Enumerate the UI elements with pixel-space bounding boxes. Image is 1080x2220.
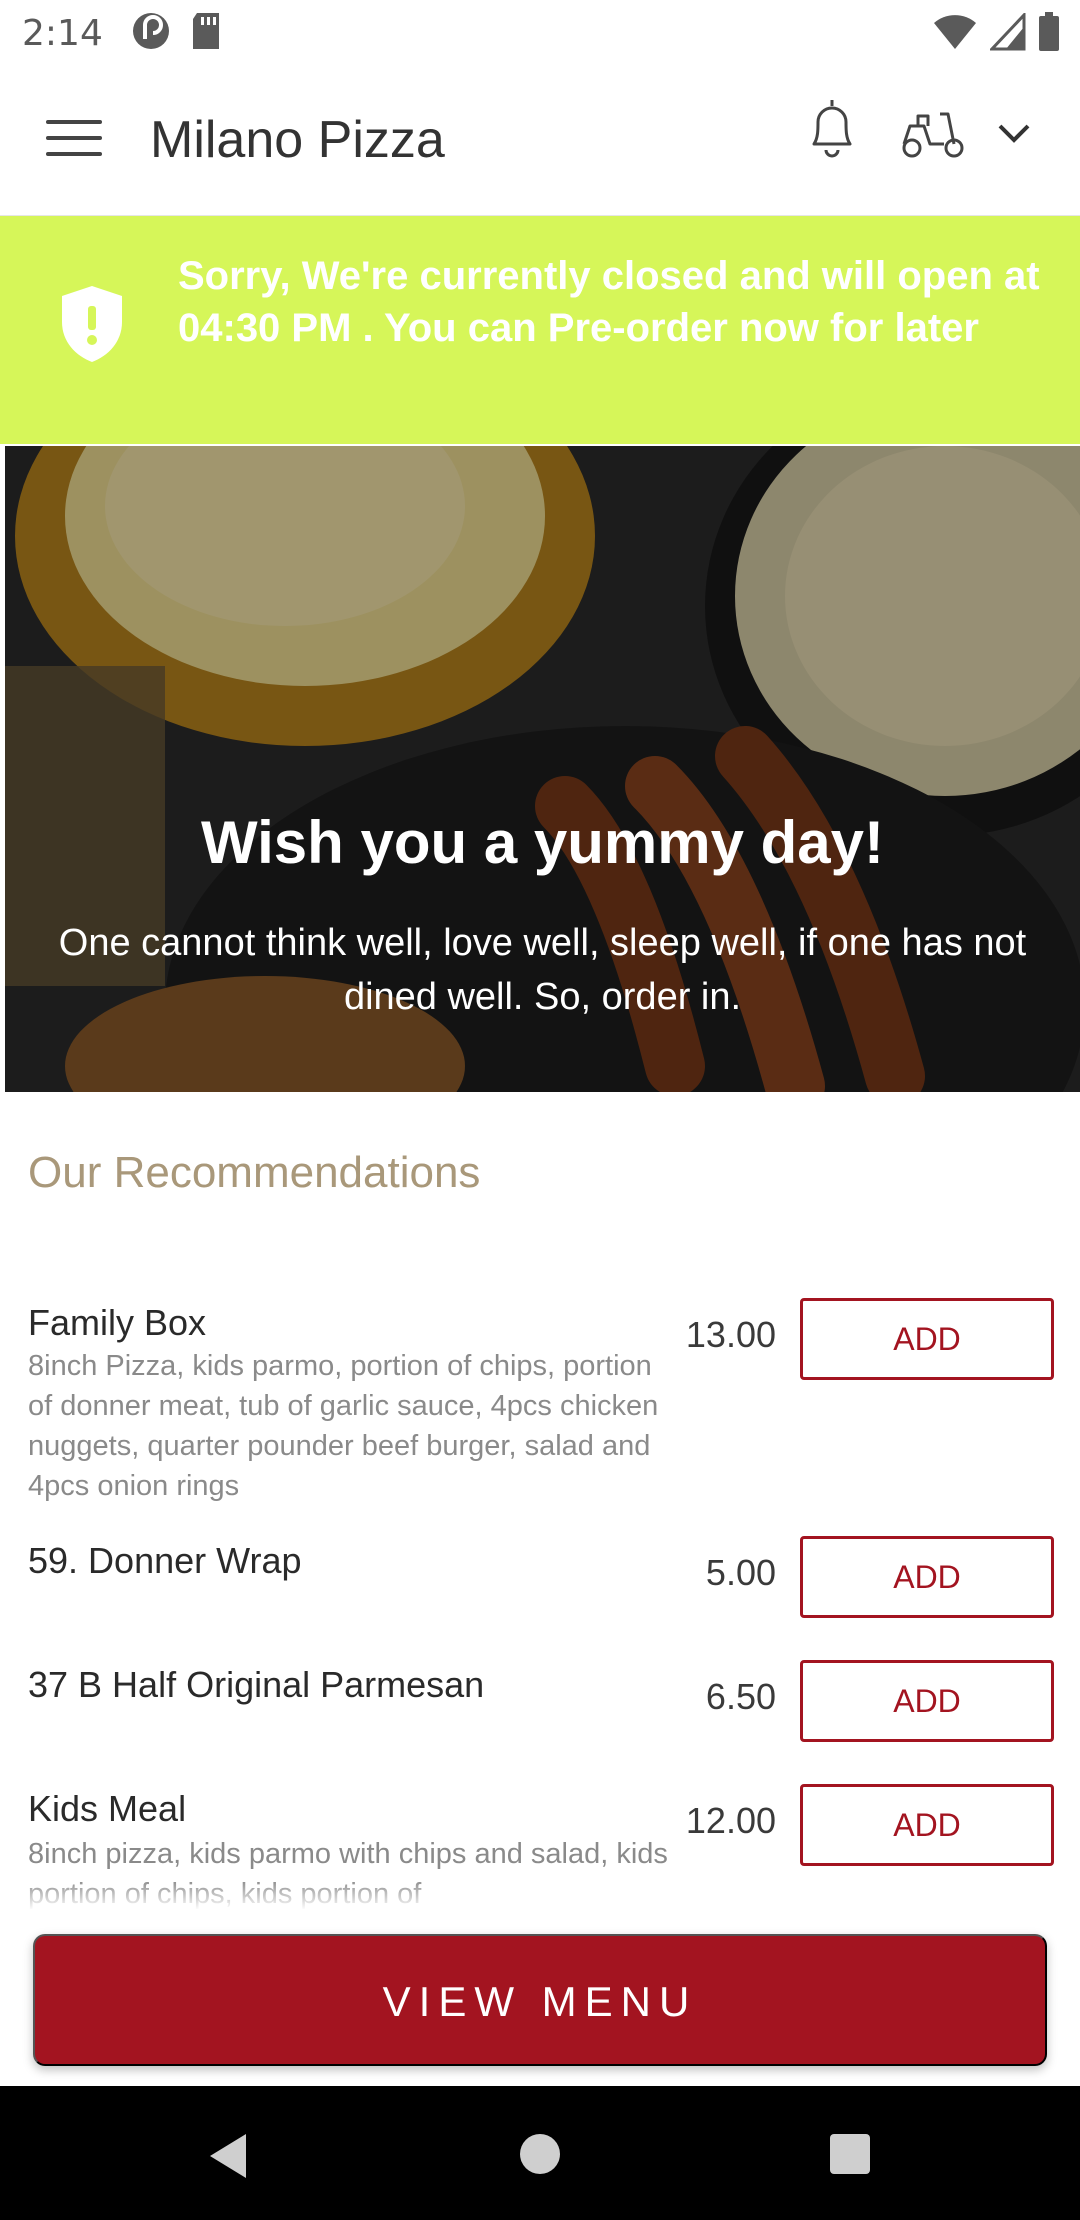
item-description: 8inch Pizza, kids parmo, portion of chip… (28, 1350, 659, 1502)
system-nav-bar (0, 2086, 1080, 2220)
menu-icon[interactable] (46, 120, 102, 160)
battery-icon (1038, 12, 1060, 57)
sd-card-icon (189, 11, 223, 56)
signal-icon (988, 11, 1026, 56)
closed-message: Sorry, We're currently closed and will o… (178, 254, 1040, 350)
app-bar: Milano Pizza (0, 66, 1080, 216)
item-price: 5.00 (705, 1552, 776, 1593)
hero-title: Wish you a yummy day! (201, 809, 884, 876)
status-time: 2:14 (22, 12, 103, 54)
item-price: 6.50 (705, 1676, 776, 1717)
item-name: 59. Donner Wrap (28, 1540, 302, 1581)
pocket-casts-icon (131, 11, 171, 56)
hero-banner: Wish you a yummy day! One cannot think w… (5, 446, 1080, 1092)
add-button[interactable]: ADD (800, 1298, 1054, 1380)
add-button[interactable]: ADD (800, 1536, 1054, 1618)
item-price: 13.00 (685, 1314, 776, 1355)
chevron-down-icon[interactable] (996, 122, 1032, 151)
scooter-icon[interactable] (900, 104, 966, 165)
bell-icon[interactable] (804, 96, 860, 167)
recommendations-heading: Our Recommendations (28, 1148, 481, 1197)
closed-banner: Sorry, We're currently closed and will o… (0, 216, 1080, 444)
back-icon[interactable] (206, 2132, 250, 2185)
shield-alert-icon (60, 284, 124, 369)
item-name: Kids Meal (28, 1788, 187, 1829)
page-title: Milano Pizza (150, 111, 445, 169)
view-menu-button[interactable]: VIEW MENU (33, 1934, 1047, 2066)
item-name: Family Box (28, 1302, 207, 1343)
hero-subtitle: One cannot think well, love well, sleep … (58, 922, 1027, 1018)
item-price: 12.00 (685, 1800, 776, 1841)
status-bar: 2:14 (0, 0, 1080, 66)
home-icon[interactable] (520, 2134, 560, 2174)
item-name: 37 B Half Original Parmesan (28, 1664, 485, 1705)
add-button[interactable]: ADD (800, 1660, 1054, 1742)
recent-apps-icon[interactable] (830, 2134, 870, 2174)
wifi-icon (932, 13, 978, 56)
list-fade (0, 1880, 1080, 1910)
add-button[interactable]: ADD (800, 1784, 1054, 1866)
